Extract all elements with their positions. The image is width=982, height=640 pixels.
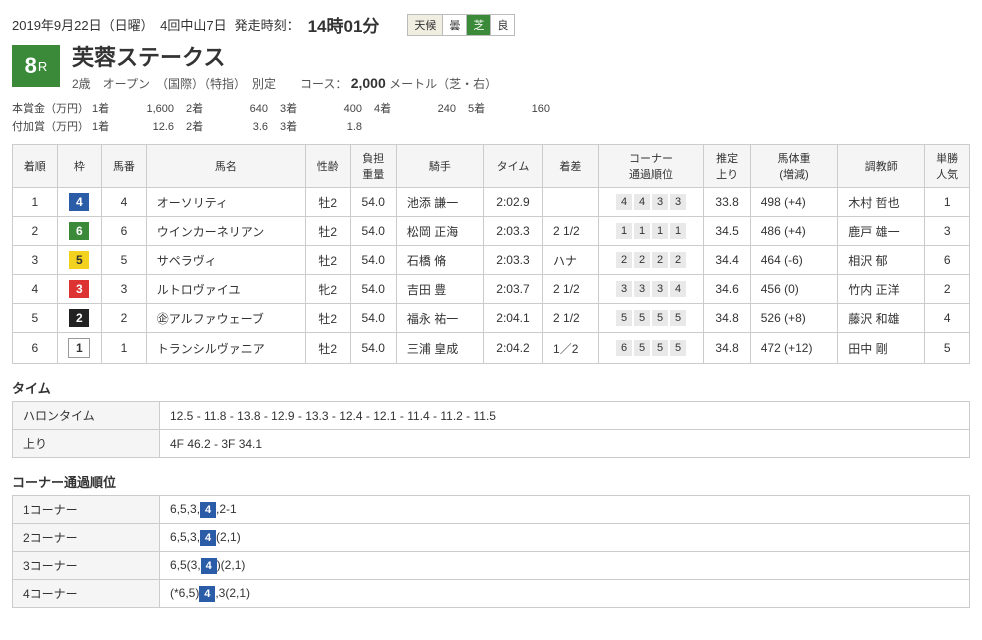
agari-value: 4F 46.2 - 3F 34.1 [160, 430, 970, 458]
furlong-label: ハロンタイム [13, 402, 160, 430]
corner-section-title: コーナー通過順位 [12, 472, 970, 491]
col-weight: 負担重量 [350, 145, 396, 188]
table-row: 355サペラヴィ牡254.0石橋 脩2:03.3ハナ222234.4464 (-… [13, 246, 970, 275]
col-waku: 枠 [57, 145, 102, 188]
table-row: 144オーソリティ牡254.0池添 謙一2:02.9443333.8498 (+… [13, 188, 970, 217]
col-time: タイム [483, 145, 542, 188]
table-row: 266ウインカーネリアン牡254.0松岡 正海2:03.32 1/2111134… [13, 217, 970, 246]
col-sex: 性齢 [305, 145, 350, 188]
col-num: 馬番 [102, 145, 147, 188]
corner-row: 2コーナー6,5,3,4(2,1) [13, 524, 970, 552]
corner-pass-table: 1コーナー6,5,3,4,2-12コーナー6,5,3,4(2,1)3コーナー6,… [12, 495, 970, 608]
weather-label: 天候 [408, 15, 443, 35]
col-jockey: 騎手 [396, 145, 483, 188]
col-name: 馬名 [146, 145, 305, 188]
header-line: 2019年9月22日（日曜） 4回中山7日 発走時刻： 14時01分 天候 曇 … [12, 12, 970, 37]
furlong-value: 12.5 - 11.8 - 13.8 - 12.9 - 13.3 - 12.4 … [160, 402, 970, 430]
race-title-row: 8R 芙蓉ステークス 2歳 オープン （国際）（特指） 別定 コース： 2,00… [12, 45, 970, 92]
time-table: ハロンタイム 12.5 - 11.8 - 13.8 - 12.9 - 13.3 … [12, 401, 970, 458]
results-table: 着順枠馬番馬名性齢負担重量騎手タイム着差コーナー通過順位推定上り馬体重(増減)調… [12, 144, 970, 364]
prize-money: 本賞金（万円）1着1,6002着6403着4004着2405着160 付加賞（万… [12, 100, 970, 134]
col-corner: コーナー通過順位 [598, 145, 704, 188]
col-trainer: 調教師 [838, 145, 925, 188]
col-pop: 単勝人気 [925, 145, 970, 188]
col-rank: 着順 [13, 145, 58, 188]
track-conditions: 天候 曇 芝 良 [407, 14, 515, 36]
table-row: 522㊭アルファウェーブ牡254.0福永 祐一2:04.12 1/2555534… [13, 304, 970, 333]
table-row: 433ルトロヴァイユ牝254.0吉田 豊2:03.72 1/2333434.64… [13, 275, 970, 304]
course-distance: 2,000 [351, 75, 386, 91]
start-time: 14時01分 [308, 12, 380, 37]
corner-row: 1コーナー6,5,3,4,2-1 [13, 496, 970, 524]
start-time-label: 発走時刻： [235, 15, 300, 34]
turf-condition-value: 良 [491, 15, 514, 35]
weather-value: 曇 [443, 15, 467, 35]
race-subtitle: 2歳 オープン （国際）（特指） 別定 コース： 2,000 メートル（芝・右） [72, 75, 497, 92]
corner-row: 4コーナー(*6,5)4,3(2,1) [13, 580, 970, 608]
table-row: 611トランシルヴァニア牡254.0三浦 皇成2:04.21／2655534.8… [13, 333, 970, 364]
agari-label: 上り [13, 430, 160, 458]
col-bweight: 馬体重(増減) [750, 145, 838, 188]
col-agari: 推定上り [704, 145, 750, 188]
turf-label: 芝 [467, 15, 491, 35]
time-section-title: タイム [12, 378, 970, 397]
col-margin: 着差 [543, 145, 599, 188]
race-date: 2019年9月22日（日曜） 4回中山7日 [12, 15, 227, 34]
race-name: 芙蓉ステークス [72, 45, 497, 71]
race-number-badge: 8R [12, 45, 60, 87]
corner-row: 3コーナー6,5(3,4)(2,1) [13, 552, 970, 580]
